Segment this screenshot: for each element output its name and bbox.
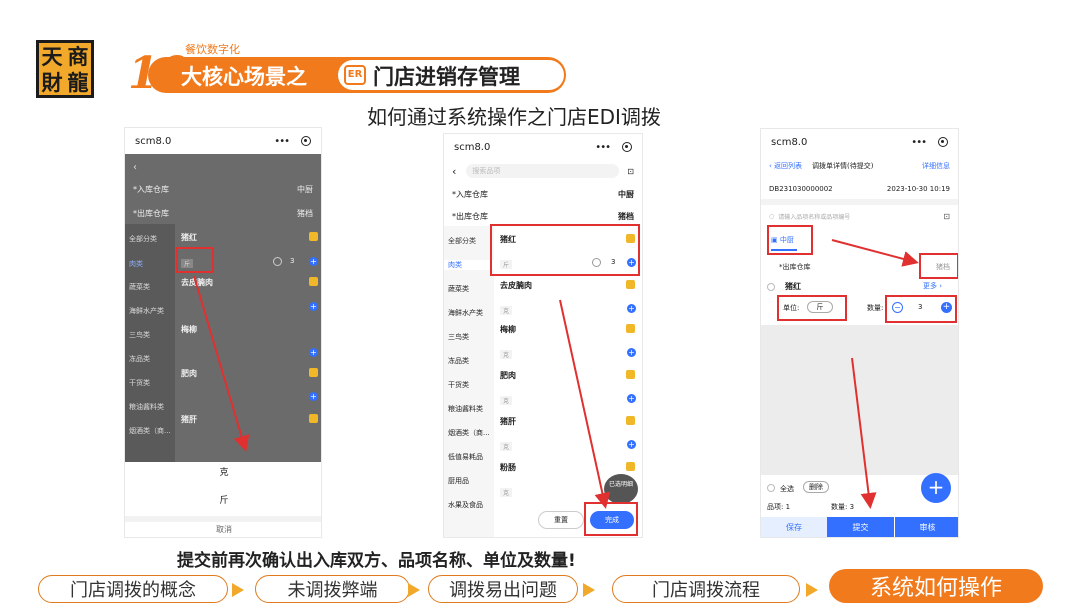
reminder-note: 提交前再次确认出入库双方、品项名称、单位及数量! xyxy=(177,551,576,571)
annotation-arrows xyxy=(193,239,919,509)
step-pill-active[interactable]: 系统如何操作 xyxy=(829,569,1043,603)
step-arrow-icon xyxy=(583,583,595,597)
step-arrow-icon xyxy=(232,583,244,597)
step-arrow-icon xyxy=(408,583,420,597)
arrow-line xyxy=(193,275,250,452)
arrow-line xyxy=(559,299,611,509)
step-arrow-icon xyxy=(806,583,818,597)
arrow-line xyxy=(831,239,919,267)
step-pill[interactable]: 调拨易出问题 xyxy=(428,575,578,603)
step-pill[interactable]: 门店调拨的概念 xyxy=(38,575,228,603)
arrow-line xyxy=(851,357,877,509)
step-pill[interactable]: 未调拨弊端 xyxy=(255,575,410,603)
step-pill[interactable]: 门店调拨流程 xyxy=(612,575,800,603)
